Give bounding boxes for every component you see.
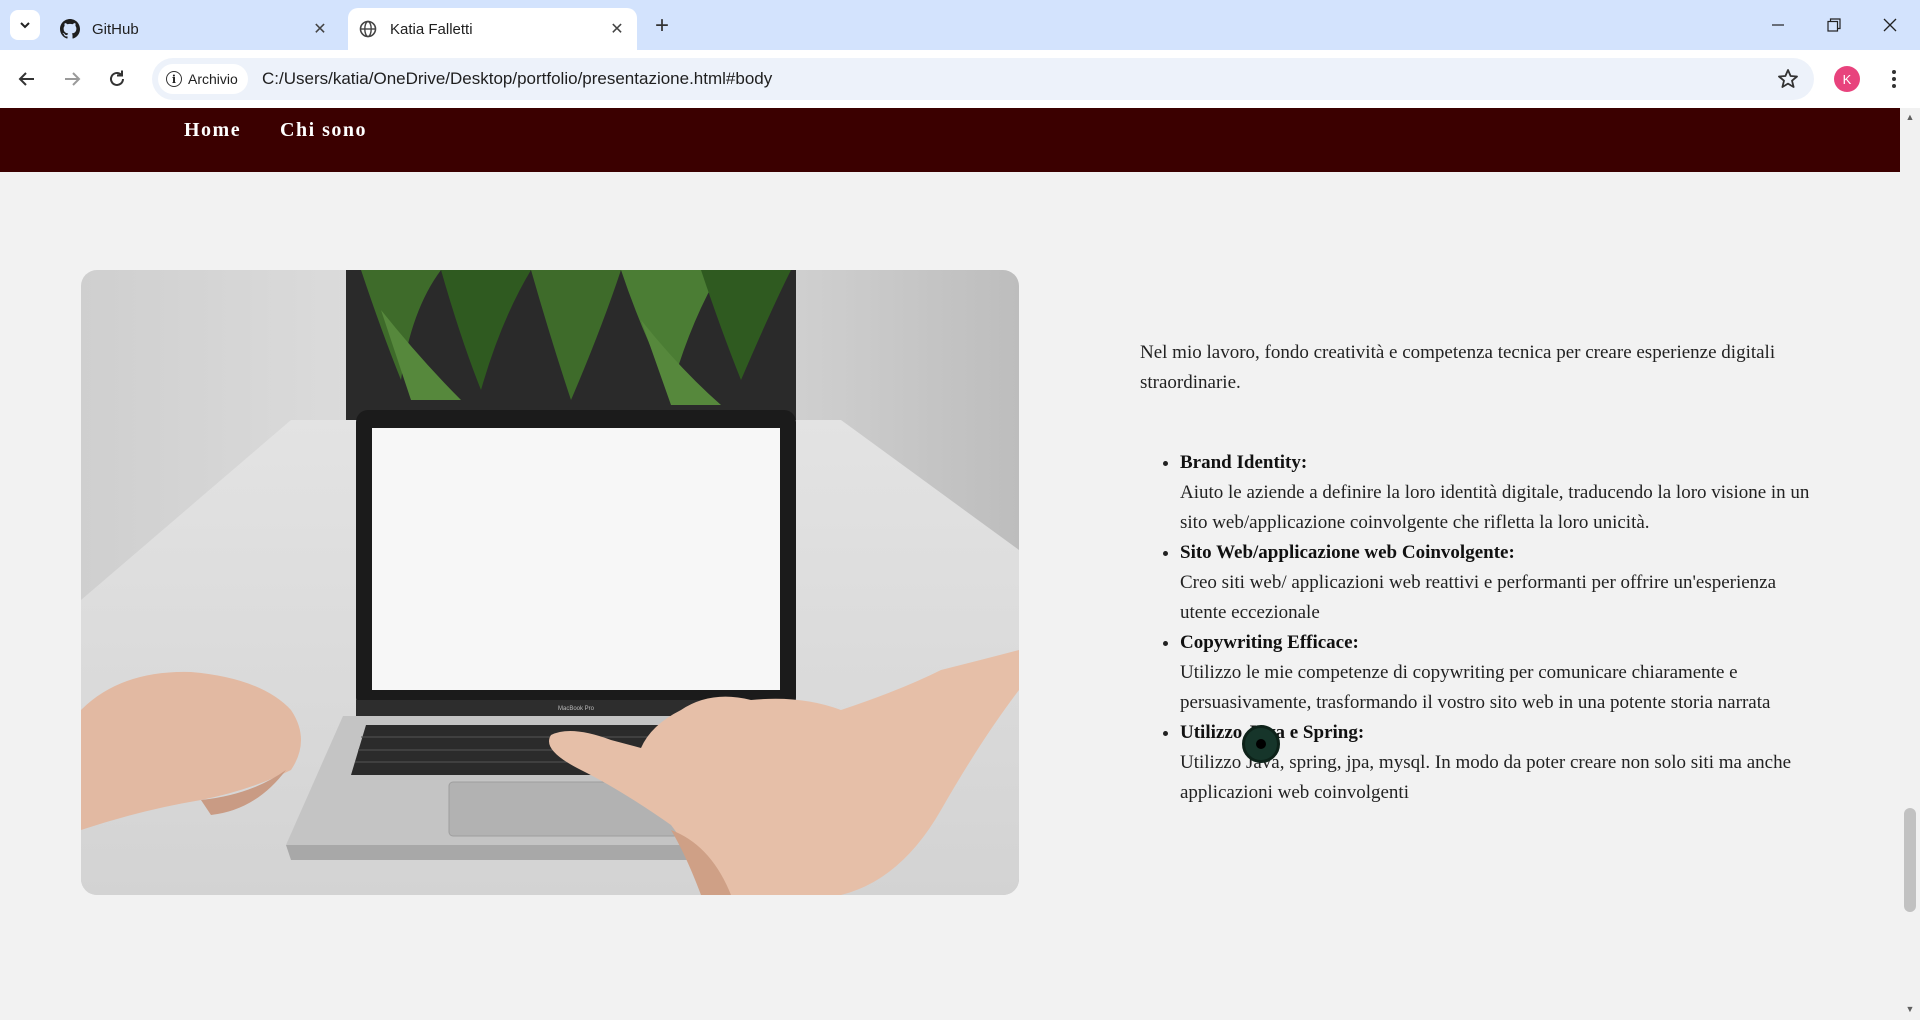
new-tab-button[interactable]: +: [648, 12, 676, 40]
service-text: Aiuto le aziende a definire la loro iden…: [1180, 482, 1810, 533]
reload-icon: [110, 70, 124, 86]
services-list: Brand Identity: Aiuto le aziende a defin…: [1140, 448, 1820, 808]
tab-title: GitHub: [92, 20, 139, 38]
close-icon[interactable]: ✕: [308, 17, 332, 41]
scrollbar-thumb[interactable]: [1904, 808, 1916, 912]
service-title: Brand Identity:: [1180, 452, 1308, 473]
menu-button[interactable]: [1880, 64, 1908, 94]
arrow-left-icon: [18, 72, 34, 86]
restore-button[interactable]: [1806, 0, 1862, 50]
chevron-down-icon: [20, 22, 30, 29]
scroll-down-icon[interactable]: ▼: [1905, 1004, 1915, 1014]
arrow-right-icon: [65, 72, 81, 86]
kebab-menu-icon: [1892, 70, 1896, 88]
service-item-brand-identity: Brand Identity: Aiuto le aziende a defin…: [1180, 448, 1820, 538]
service-title: Copywriting Efficace:: [1180, 632, 1359, 653]
nav-chi-sono-link[interactable]: Chi sono: [280, 119, 367, 142]
tab-search-button[interactable]: [10, 10, 40, 40]
profile-avatar[interactable]: K: [1834, 66, 1860, 92]
minimize-icon: [1772, 24, 1784, 26]
address-bar[interactable]: i Archivio C:/Users/katia/OneDrive/Deskt…: [152, 58, 1814, 100]
close-icon[interactable]: ✕: [605, 17, 629, 41]
nav-home-link[interactable]: Home: [184, 119, 241, 142]
page-viewport: Home Chi sono MacBook Pro Nel mio lavoro…: [0, 108, 1900, 1020]
github-icon: [60, 19, 80, 39]
service-title: Sito Web/applicazione web Coinvolgente:: [1180, 542, 1515, 563]
minimize-button[interactable]: [1750, 0, 1806, 50]
service-text: Utilizzo le mie competenze di copywritin…: [1180, 662, 1771, 713]
reload-button[interactable]: [100, 62, 134, 96]
close-icon: [1883, 18, 1897, 32]
globe-icon: [358, 19, 378, 39]
close-window-button[interactable]: [1862, 0, 1918, 50]
service-item-sito-web: Sito Web/applicazione web Coinvolgente: …: [1180, 538, 1820, 628]
laptop-brand-label: MacBook Pro: [558, 706, 595, 712]
site-navbar: Home Chi sono: [0, 108, 1900, 172]
laptop-photo: MacBook Pro: [81, 270, 1019, 895]
tab-katia-falletti[interactable]: Katia Falletti ✕: [348, 8, 637, 50]
bookmark-star-icon[interactable]: [1776, 67, 1800, 91]
site-info-label: Archivio: [188, 71, 238, 87]
scroll-up-icon[interactable]: ▲: [1905, 112, 1915, 122]
restore-icon: [1827, 18, 1841, 32]
page-scrollbar[interactable]: ▲ ▼: [1900, 108, 1920, 1020]
forward-button[interactable]: [55, 62, 89, 96]
browser-toolbar: i Archivio C:/Users/katia/OneDrive/Deskt…: [0, 50, 1920, 108]
site-info-chip[interactable]: i Archivio: [158, 64, 248, 94]
intro-paragraph: Nel mio lavoro, fondo creatività e compe…: [1140, 342, 1776, 393]
info-icon: i: [166, 71, 182, 87]
back-button[interactable]: [10, 62, 44, 96]
service-text: Creo siti web/ applicazioni web reattivi…: [1180, 572, 1777, 623]
tab-github[interactable]: GitHub ✕: [50, 8, 340, 50]
tab-title: Katia Falletti: [390, 20, 473, 38]
service-item-copywriting: Copywriting Efficace: Utilizzo le mie co…: [1180, 628, 1820, 718]
tab-strip: GitHub ✕ Katia Falletti ✕ +: [0, 0, 1920, 50]
url-text[interactable]: C:/Users/katia/OneDrive/Desktop/portfoli…: [262, 58, 772, 100]
custom-cursor: [1242, 725, 1280, 763]
laptop-image: MacBook Pro: [81, 270, 1019, 895]
